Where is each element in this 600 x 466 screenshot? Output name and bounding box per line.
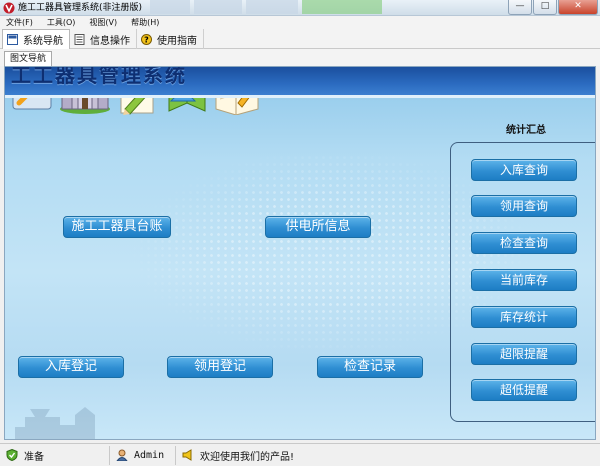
tools-ledger-button[interactable]: 施工工器具台账 [63, 216, 171, 238]
window-title-bar[interactable]: 施工工器具管理系统(非注册版) — □ ✕ [0, 0, 600, 16]
check-shield-icon [6, 449, 18, 461]
issue-query-button[interactable]: 领用查询 [471, 195, 577, 217]
navigation-icon [7, 34, 18, 45]
background-browser-tabs [150, 0, 382, 16]
inspection-record-button[interactable]: 检查记录 [317, 356, 423, 378]
system-title: 工工器具管理系统 [11, 66, 187, 87]
tab-system-navigation[interactable]: 系统导航 [2, 29, 70, 49]
menu-view[interactable]: 视图(V) [89, 16, 117, 29]
inspection-query-button[interactable]: 检查查询 [471, 232, 577, 254]
svg-text:?: ? [144, 35, 149, 44]
document-tab-bar: 图文导航 [0, 49, 600, 66]
maximize-button[interactable]: □ [533, 0, 557, 15]
power-station-info-button[interactable]: 供电所信息 [265, 216, 371, 238]
status-bar: 准备 Admin 欢迎使用我们的产品! [0, 443, 600, 466]
status-ready-text: 准备 [24, 451, 44, 463]
tab-graphic-navigation[interactable]: 图文导航 [4, 51, 53, 66]
window-title: 施工工器具管理系统(非注册版) [18, 3, 143, 13]
minimize-button[interactable]: — [508, 0, 532, 15]
tab-user-guide[interactable]: ? 使用指南 [137, 29, 204, 49]
tab-label: 系统导航 [23, 36, 63, 47]
tab-label: 信息操作 [90, 35, 130, 47]
stats-summary-title: 统计汇总 [506, 125, 546, 136]
status-message: 欢迎使用我们的产品! [176, 446, 300, 465]
menu-tools[interactable]: 工具(O) [47, 16, 76, 29]
graphic-navigation-panel: 工工器具管理系统 施工工器具台账 供电所信息 入库登记 领用登记 检查记录 统计… [4, 66, 596, 440]
status-user: Admin [110, 445, 176, 465]
current-stock-button[interactable]: 当前库存 [471, 269, 577, 291]
stock-in-register-button[interactable]: 入库登记 [18, 356, 124, 378]
stock-in-query-button[interactable]: 入库查询 [471, 159, 577, 181]
menu-bar: 文件(F) 工具(O) 视图(V) 帮助(H) [0, 16, 600, 29]
menu-help[interactable]: 帮助(H) [131, 16, 159, 29]
over-limit-alert-button[interactable]: 超限提醒 [471, 343, 577, 365]
document-icon [74, 33, 85, 45]
building-silhouette [15, 407, 95, 439]
close-icon: ✕ [574, 1, 582, 11]
issue-register-button[interactable]: 领用登记 [167, 356, 273, 378]
user-icon [116, 449, 128, 461]
megaphone-icon [182, 449, 192, 461]
maximize-icon: □ [540, 1, 550, 11]
status-ready: 准备 [0, 445, 110, 465]
navigation-tab-bar: 系统导航 信息操作 ? 使用指南 [0, 29, 600, 49]
header-band: 工工器具管理系统 [5, 66, 595, 95]
close-button[interactable]: ✕ [558, 0, 598, 15]
under-limit-alert-button[interactable]: 超低提醒 [471, 379, 577, 401]
status-message-text: 欢迎使用我们的产品! [200, 451, 295, 463]
tab-label: 使用指南 [157, 35, 197, 47]
status-user-name: Admin [134, 449, 165, 461]
tab-info-operation[interactable]: 信息操作 [70, 29, 137, 49]
app-logo-icon [3, 2, 15, 14]
menu-file[interactable]: 文件(F) [6, 16, 33, 29]
stock-statistics-button[interactable]: 库存统计 [471, 306, 577, 328]
minimize-icon: — [515, 1, 525, 11]
help-icon: ? [141, 33, 152, 45]
